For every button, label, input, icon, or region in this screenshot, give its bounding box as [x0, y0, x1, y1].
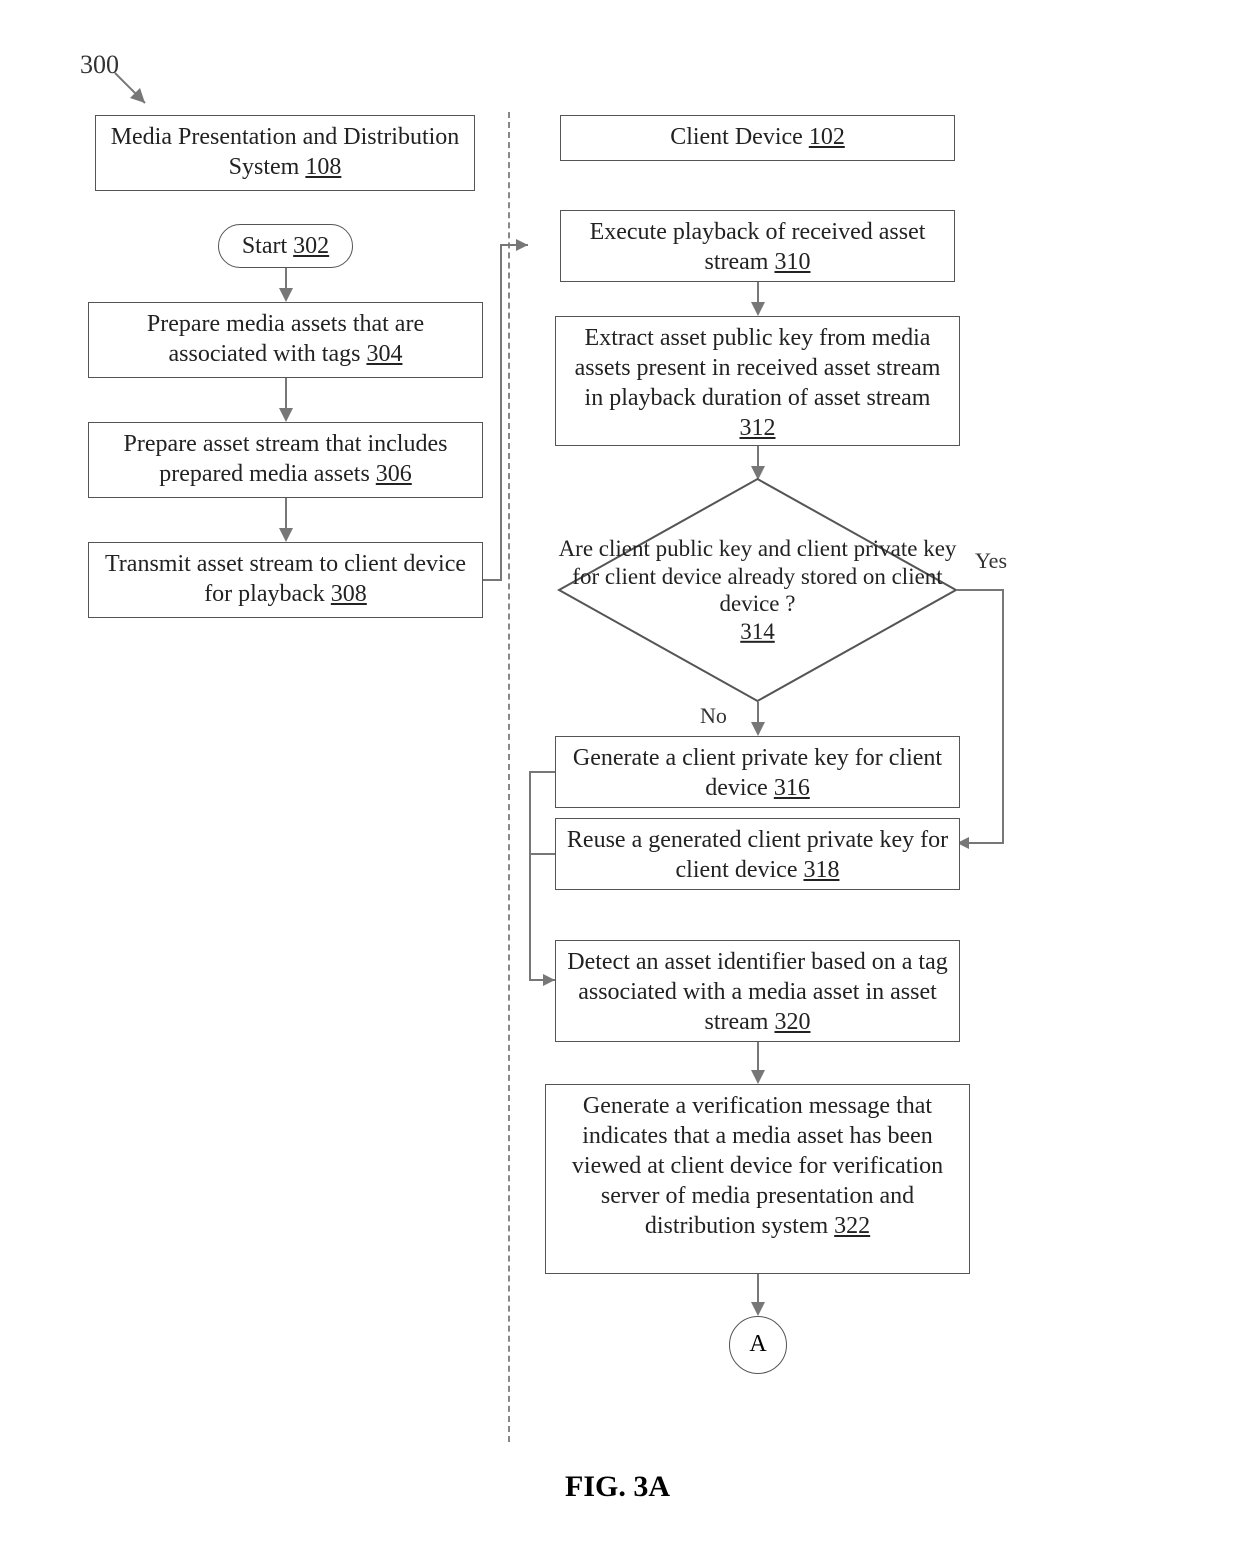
arrow-322-A — [757, 1274, 759, 1304]
start-ref: 302 — [293, 233, 329, 259]
decision-314-yes-label: Yes — [975, 548, 1007, 574]
arrow-306-308-head — [279, 528, 293, 542]
decision-314-ref: 314 — [740, 619, 775, 644]
step-304: Prepare media assets that are associated… — [88, 302, 483, 378]
step-306: Prepare asset stream that includes prepa… — [88, 422, 483, 498]
arrow-314-no — [757, 702, 759, 724]
step-316: Generate a client private key for client… — [555, 736, 960, 808]
step-318: Reuse a generated client private key for… — [555, 818, 960, 890]
arrow-start-304-head — [279, 288, 293, 302]
step-312: Extract asset public key from media asse… — [555, 316, 960, 446]
step-308-text: Transmit asset stream to client device f… — [105, 551, 466, 607]
arrow-310-312-head — [751, 302, 765, 316]
step-322: Generate a verification message that ind… — [545, 1084, 970, 1274]
left-header-ref: 108 — [305, 154, 341, 180]
decision-314-no-label: No — [700, 703, 727, 729]
figure-number-arrow — [110, 68, 160, 118]
step-320-ref: 320 — [774, 1009, 810, 1035]
step-320-text: Detect an asset identifier based on a ta… — [567, 949, 948, 1035]
arrow-306-308 — [285, 498, 287, 530]
step-308: Transmit asset stream to client device f… — [88, 542, 483, 618]
path-308-to-310 — [483, 215, 548, 587]
connector-A: A — [729, 1316, 787, 1374]
start-text: Start — [242, 233, 287, 259]
step-310: Execute playback of received asset strea… — [560, 210, 955, 282]
start-node: Start 302 — [218, 224, 353, 268]
arrow-322-A-head — [751, 1302, 765, 1316]
arrow-314-no-head — [751, 722, 765, 736]
step-316-text: Generate a client private key for client… — [573, 745, 942, 801]
left-header-text: Media Presentation and Distribution Syst… — [111, 124, 460, 180]
right-header-text: Client Device — [670, 124, 803, 150]
step-322-ref: 322 — [834, 1213, 870, 1239]
decision-314: Are client public key and client private… — [555, 475, 960, 705]
step-310-ref: 310 — [774, 249, 810, 275]
arrow-312-314 — [757, 446, 759, 468]
arrow-320-322-head — [751, 1070, 765, 1084]
arrow-320-322 — [757, 1042, 759, 1072]
right-header-box: Client Device 102 — [560, 115, 955, 161]
step-320: Detect an asset identifier based on a ta… — [555, 940, 960, 1042]
left-header-box: Media Presentation and Distribution Syst… — [95, 115, 475, 191]
right-header-ref: 102 — [809, 124, 845, 150]
arrow-304-306-head — [279, 408, 293, 422]
step-318-ref: 318 — [803, 857, 839, 883]
arrow-start-304 — [285, 268, 287, 290]
step-306-ref: 306 — [376, 461, 412, 487]
arrow-310-312 — [757, 282, 759, 304]
connector-A-text: A — [749, 1331, 766, 1357]
path-314-yes-318 — [955, 588, 1015, 858]
step-318-text: Reuse a generated client private key for… — [567, 827, 948, 883]
step-312-ref: 312 — [740, 415, 776, 441]
decision-314-text: Are client public key and client private… — [559, 536, 957, 616]
step-322-text: Generate a verification message that ind… — [572, 1093, 943, 1239]
arrow-304-306 — [285, 378, 287, 410]
step-316-ref: 316 — [774, 775, 810, 801]
step-308-ref: 308 — [331, 581, 367, 607]
step-304-ref: 304 — [366, 341, 402, 367]
figure-caption: FIG. 3A — [565, 1470, 670, 1504]
step-312-text: Extract asset public key from media asse… — [575, 325, 941, 411]
step-310-text: Execute playback of received asset strea… — [590, 219, 926, 275]
